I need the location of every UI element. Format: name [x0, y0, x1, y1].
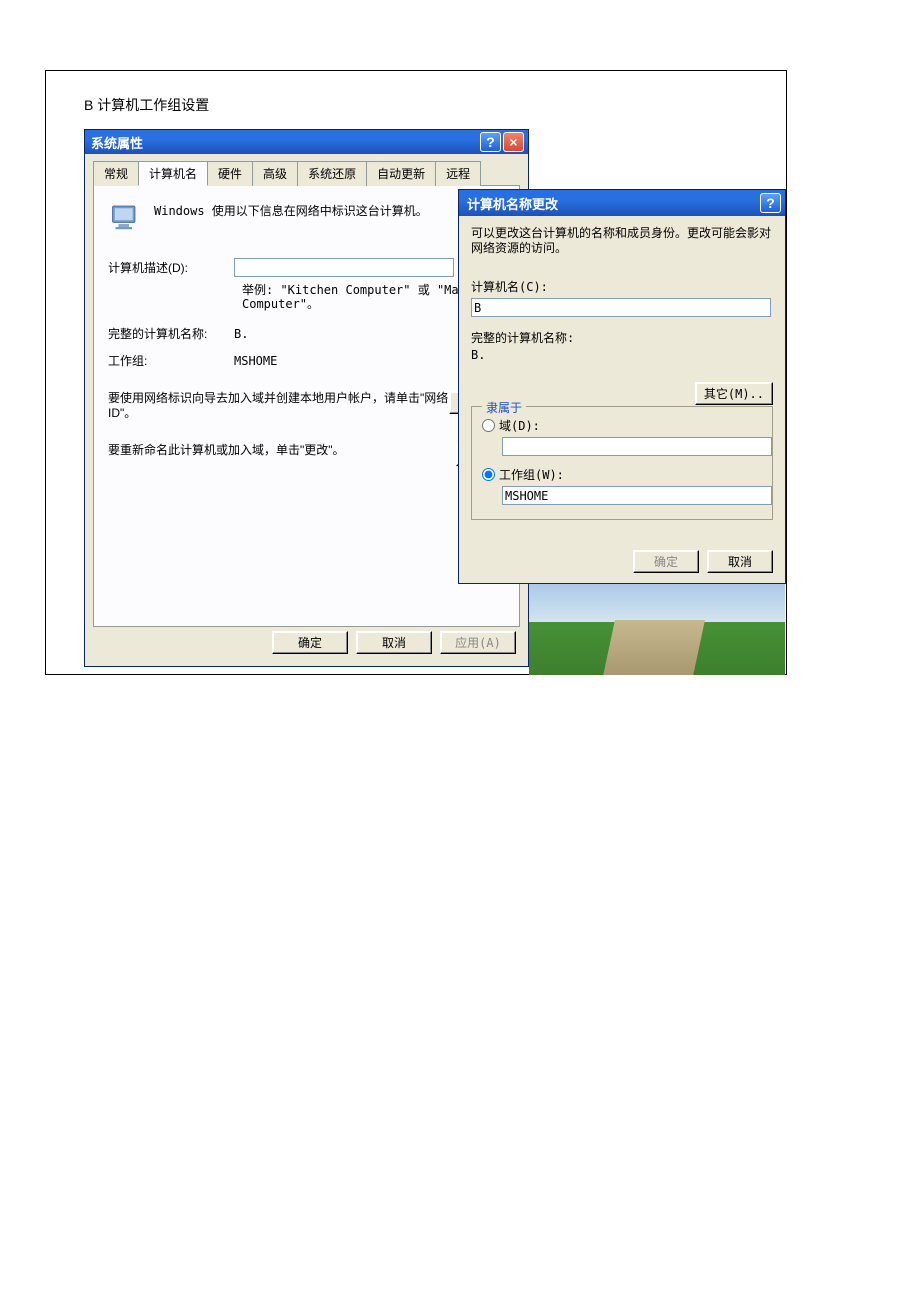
netid-text: 要使用网络标识向导去加入域并创建本地用户帐户，请单击"网络 ID"。: [108, 391, 449, 421]
computer-name-change-window: 计算机名称更改 ? 可以更改这台计算机的名称和成员身份。更改可能会影对网络资源的…: [458, 189, 786, 584]
more-button[interactable]: 其它(M)..: [695, 382, 773, 405]
member-of-fieldset: 隶属于 域(D): 工作组(W):: [471, 406, 773, 520]
sysprops-ok-button[interactable]: 确定: [272, 631, 348, 654]
workgroup-radio[interactable]: [482, 468, 495, 481]
sysprops-titlebar[interactable]: 系统属性 ? ×: [85, 130, 528, 154]
rename-ok-button[interactable]: 确定: [633, 550, 699, 573]
rename-title: 计算机名称更改: [467, 194, 758, 213]
tabpanel-computer-name: Windows 使用以下信息在网络中标识这台计算机。 计算机描述(D): 举例:…: [93, 185, 520, 627]
tab-system-restore[interactable]: 系统还原: [297, 161, 367, 186]
sysprops-cancel-button[interactable]: 取消: [356, 631, 432, 654]
change-text: 要重新命名此计算机或加入域，单击"更改"。: [108, 443, 456, 458]
sysprops-title: 系统属性: [91, 133, 478, 152]
help-icon[interactable]: ?: [480, 132, 501, 152]
rename-desc: 可以更改这台计算机的名称和成员身份。更改可能会影对网络资源的访问。: [471, 226, 773, 256]
full-name-label: 完整的计算机名称:: [108, 325, 234, 342]
domain-input[interactable]: [502, 437, 772, 456]
full-name-value: B.: [234, 327, 248, 341]
full-name-value2: B.: [471, 348, 773, 362]
workgroup-input[interactable]: [502, 486, 772, 505]
domain-label: 域(D):: [499, 417, 540, 434]
sysprops-apply-button[interactable]: 应用(A): [440, 631, 516, 654]
domain-radio[interactable]: [482, 419, 495, 432]
workgroup-radio-label: 工作组(W):: [499, 466, 564, 483]
computer-name-input[interactable]: [471, 298, 771, 317]
intro-text: Windows 使用以下信息在网络中标识这台计算机。: [154, 198, 428, 219]
tab-general[interactable]: 常规: [93, 161, 139, 186]
desc-label: 计算机描述(D):: [108, 259, 234, 276]
rename-titlebar[interactable]: 计算机名称更改 ?: [459, 190, 785, 216]
workgroup-value: MSHOME: [234, 354, 277, 368]
workgroup-label: 工作组:: [108, 352, 234, 369]
tab-computer-name[interactable]: 计算机名: [138, 161, 208, 186]
section-title: B 计算机工作组设置: [84, 95, 786, 115]
full-name-label2: 完整的计算机名称:: [471, 329, 773, 346]
rename-cancel-button[interactable]: 取消: [707, 550, 773, 573]
desktop-background: [529, 582, 785, 675]
tab-hardware[interactable]: 硬件: [207, 161, 253, 186]
name-label: 计算机名(C):: [471, 278, 773, 295]
close-icon[interactable]: ×: [503, 132, 524, 152]
tab-auto-update[interactable]: 自动更新: [366, 161, 436, 186]
sysprops-tabs: 常规 计算机名 硬件 高级 系统还原 自动更新 远程: [85, 154, 528, 185]
member-of-legend: 隶属于: [482, 399, 526, 416]
help-icon[interactable]: ?: [760, 193, 781, 213]
tab-advanced[interactable]: 高级: [252, 161, 298, 186]
desc-input[interactable]: [234, 258, 454, 277]
tab-remote[interactable]: 远程: [435, 161, 481, 186]
computer-icon: [108, 200, 144, 236]
